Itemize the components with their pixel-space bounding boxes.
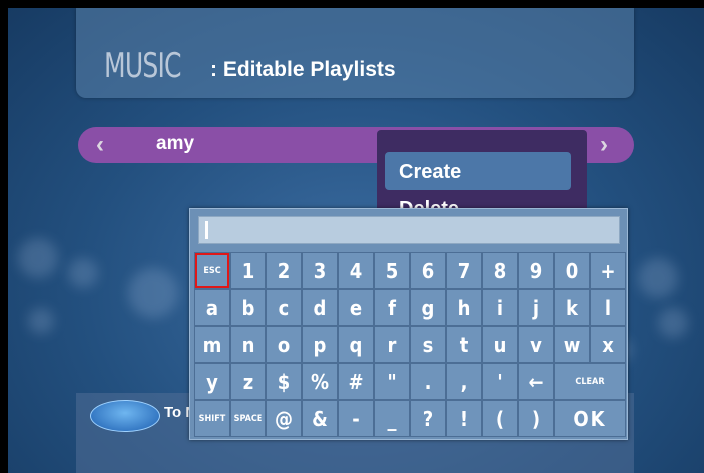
chevron-left-icon[interactable]: ‹ <box>96 131 104 159</box>
menu-item-create[interactable]: Create <box>399 161 461 184</box>
key-char-114[interactable]: r <box>375 327 409 362</box>
key-ok[interactable]: OK <box>555 401 625 436</box>
key-char-54[interactable]: 6 <box>411 253 445 288</box>
key-char-121[interactable]: y <box>195 364 229 399</box>
key-char-119[interactable]: w <box>555 327 589 362</box>
page-subtitle: : Editable Playlists <box>210 58 396 81</box>
playlist-name: amy <box>156 133 195 154</box>
key-char-64[interactable]: @ <box>267 401 301 436</box>
key-char-8592[interactable]: ← <box>519 364 553 399</box>
key-char-41[interactable]: ) <box>519 401 553 436</box>
key-char-110[interactable]: n <box>231 327 265 362</box>
key-char-122[interactable]: z <box>231 364 265 399</box>
key-esc[interactable]: ESC <box>195 253 229 288</box>
key-char-118[interactable]: v <box>519 327 553 362</box>
key-char-36[interactable]: $ <box>267 364 301 399</box>
onscreen-keyboard: ESC 1 2 3 4 5 6 7 8 9 0 + a b c d e f g h i j k l m n o p q r s t u v w x y z… <box>189 208 628 440</box>
key-char-112[interactable]: p <box>303 327 337 362</box>
key-char-107[interactable]: k <box>555 290 589 325</box>
key-char-45[interactable]: - <box>339 401 373 436</box>
key-char-108[interactable]: l <box>591 290 625 325</box>
key-char-109[interactable]: m <box>195 327 229 362</box>
key-char-117[interactable]: u <box>483 327 517 362</box>
key-char-100[interactable]: d <box>303 290 337 325</box>
key-char-33[interactable]: ! <box>447 401 481 436</box>
key-char-39[interactable]: ' <box>483 364 517 399</box>
key-char-105[interactable]: i <box>483 290 517 325</box>
key-char-34[interactable]: " <box>375 364 409 399</box>
key-char-115[interactable]: s <box>411 327 445 362</box>
screen: MUSIC : Editable Playlists ‹ amy › Creat… <box>8 8 704 473</box>
key-char-52[interactable]: 4 <box>339 253 373 288</box>
key-clear[interactable]: CLEAR <box>555 364 625 399</box>
key-char-111[interactable]: o <box>267 327 301 362</box>
key-char-106[interactable]: j <box>519 290 553 325</box>
key-char-102[interactable]: f <box>375 290 409 325</box>
key-char-99[interactable]: c <box>267 290 301 325</box>
key-char-98[interactable]: b <box>231 290 265 325</box>
key-char-63[interactable]: ? <box>411 401 445 436</box>
key-char-103[interactable]: g <box>411 290 445 325</box>
key-char-37[interactable]: % <box>303 364 337 399</box>
chevron-right-icon[interactable]: › <box>600 131 608 159</box>
key-grid: ESC 1 2 3 4 5 6 7 8 9 0 + a b c d e f g h i j k l m n o p q r s t u v w x y z… <box>194 252 626 437</box>
key-char-46[interactable]: . <box>411 364 445 399</box>
key-char-56[interactable]: 8 <box>483 253 517 288</box>
page-title: MUSIC <box>104 46 182 86</box>
key-char-116[interactable]: t <box>447 327 481 362</box>
key-char-43[interactable]: + <box>591 253 625 288</box>
key-shift[interactable]: SHIFT <box>195 401 229 436</box>
key-char-101[interactable]: e <box>339 290 373 325</box>
key-char-104[interactable]: h <box>447 290 481 325</box>
key-char-40[interactable]: ( <box>483 401 517 436</box>
keyboard-text-field[interactable] <box>198 216 620 244</box>
key-char-55[interactable]: 7 <box>447 253 481 288</box>
key-char-48[interactable]: 0 <box>555 253 589 288</box>
key-char-113[interactable]: q <box>339 327 373 362</box>
key-char-120[interactable]: x <box>591 327 625 362</box>
key-char-57[interactable]: 9 <box>519 253 553 288</box>
key-char-97[interactable]: a <box>195 290 229 325</box>
dpad-icon <box>90 400 160 432</box>
key-char-51[interactable]: 3 <box>303 253 337 288</box>
header-panel: MUSIC : Editable Playlists <box>76 8 634 98</box>
key-char-38[interactable]: & <box>303 401 337 436</box>
key-char-49[interactable]: 1 <box>231 253 265 288</box>
key-space[interactable]: SPACE <box>231 401 265 436</box>
key-char-50[interactable]: 2 <box>267 253 301 288</box>
text-caret <box>205 221 208 239</box>
key-char-53[interactable]: 5 <box>375 253 409 288</box>
key-char-35[interactable]: # <box>339 364 373 399</box>
key-char-44[interactable]: , <box>447 364 481 399</box>
key-char-95[interactable]: _ <box>375 401 409 436</box>
